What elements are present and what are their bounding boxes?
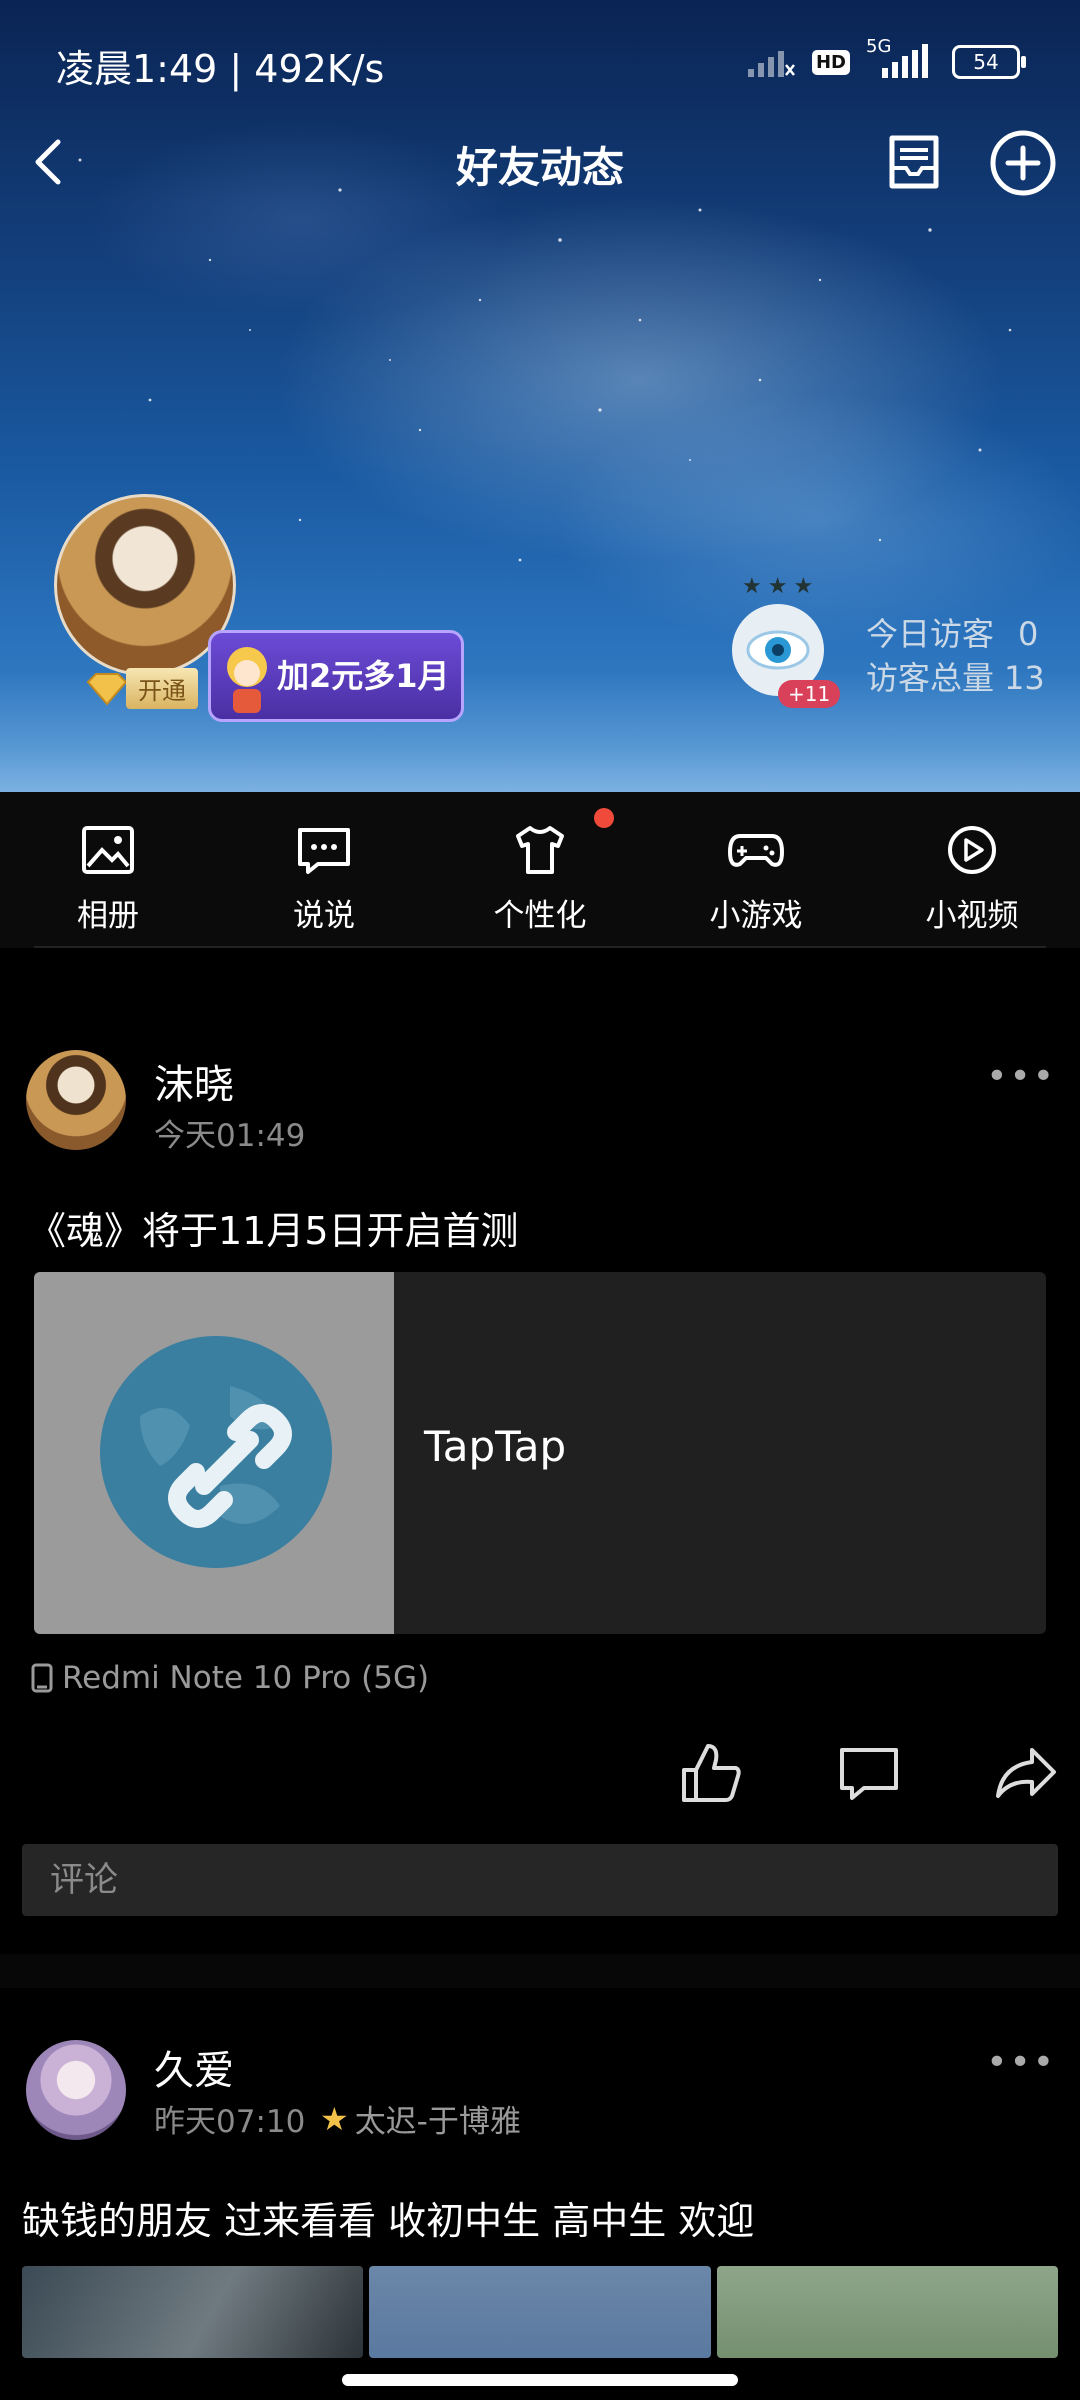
vip-badge[interactable]: 开通 <box>84 668 198 709</box>
post-time: 昨天07:10 <box>154 2104 306 2140</box>
post-actions <box>0 1740 1080 1810</box>
total-visitors-value: 13 <box>1004 659 1045 697</box>
chat-icon <box>298 828 350 874</box>
menu-item-personalize[interactable]: 个性化 <box>460 822 620 935</box>
post-author[interactable]: 沫晓 <box>154 1052 234 1110</box>
tag-text: 太迟-于博雅 <box>354 2104 521 2140</box>
home-indicator[interactable] <box>342 2374 738 2386</box>
menu-label: 小视频 <box>925 898 1019 934</box>
post-separator <box>0 1954 1080 1988</box>
mood-tag: ★ 太迟-于博雅 <box>320 2096 521 2141</box>
menu-item-shuoshuo[interactable]: 说说 <box>244 822 404 935</box>
post-text: 《魂》将于11月5日开启首测 <box>28 1209 519 1253</box>
total-visitors-label: 访客总量 <box>866 659 995 697</box>
signal-icon <box>747 51 795 77</box>
vip-open-label: 开通 <box>126 668 198 709</box>
menu-divider <box>34 946 1046 948</box>
post-avatar[interactable] <box>26 1050 126 1150</box>
hd-badge: HD <box>811 49 850 75</box>
post-images <box>22 2266 1058 2358</box>
gamepad-icon <box>728 834 784 867</box>
link-thumbnail <box>34 1272 394 1634</box>
inbox-icon[interactable] <box>880 128 948 196</box>
today-visitors-label: 今日访客 <box>866 615 995 653</box>
comment-input[interactable]: 评论 <box>22 1844 1058 1916</box>
battery-icon: 54 <box>952 45 1026 79</box>
status-icons: HD 5G 54 <box>746 36 1026 80</box>
mascot-icon <box>227 647 267 713</box>
more-options-icon[interactable]: ••• <box>986 1056 1056 1097</box>
menu-item-album[interactable]: 相册 <box>28 822 188 935</box>
vip-promo-banner[interactable]: 加2元多1月 <box>208 630 464 722</box>
promo-text: 加2元多1月 <box>277 657 450 695</box>
device-name: Redmi Note 10 Pro (5G) <box>62 1660 430 1696</box>
play-icon <box>948 826 996 874</box>
globe-link-icon <box>100 1336 332 1568</box>
share-icon[interactable] <box>992 1740 1058 1806</box>
menu-label: 相册 <box>77 898 139 934</box>
status-bar: 凌晨1:49 | 492K/s HD 5G 54 <box>0 0 1080 120</box>
post-avatar[interactable] <box>26 2040 126 2140</box>
comment-icon[interactable] <box>836 1740 902 1806</box>
visitor-new-badge: +11 <box>778 680 841 708</box>
top-nav: 好友动态 <box>0 120 1080 210</box>
menu-label: 说说 <box>293 898 355 934</box>
shirt-icon <box>516 826 564 874</box>
post-device: Redmi Note 10 Pro (5G) <box>30 1660 429 1696</box>
feature-menu: 相册 说说 个性化 小游戏 小视频 <box>0 792 1080 948</box>
status-time: 凌晨1:49 | 492K/s <box>56 47 385 91</box>
like-icon[interactable] <box>678 1740 744 1806</box>
battery-level: 54 <box>973 50 999 74</box>
post-text: 缺钱的朋友 过来看看 收初中生 高中生 欢迎 <box>22 2199 755 2243</box>
post-image[interactable] <box>716 2266 1058 2358</box>
diamond-icon <box>86 672 128 706</box>
link-title: TapTap <box>424 1422 567 1471</box>
network-5g-icon: 5G <box>866 36 936 80</box>
menu-item-minigame[interactable]: 小游戏 <box>676 822 836 935</box>
today-visitors-value: 0 <box>1018 615 1039 653</box>
add-post-icon[interactable] <box>988 128 1058 198</box>
post-image[interactable] <box>22 2266 364 2358</box>
notification-dot <box>594 808 614 828</box>
star-icon: ★ <box>320 2099 349 2138</box>
visitor-stars: ★★★ <box>742 574 820 599</box>
post-image[interactable] <box>369 2266 711 2358</box>
menu-label: 个性化 <box>493 898 587 934</box>
post-time: 今天01:49 <box>154 1118 306 1154</box>
photo-icon <box>82 826 134 874</box>
post-author[interactable]: 久爱 <box>154 2038 234 2096</box>
menu-label: 小游戏 <box>709 898 803 934</box>
visitor-stats[interactable]: 今日访客 0 访客总量 13 <box>866 612 1045 700</box>
link-card[interactable]: TapTap <box>34 1272 1046 1634</box>
menu-item-video[interactable]: 小视频 <box>892 822 1052 935</box>
more-options-icon[interactable]: ••• <box>986 2042 1056 2083</box>
phone-icon <box>31 1663 53 1693</box>
